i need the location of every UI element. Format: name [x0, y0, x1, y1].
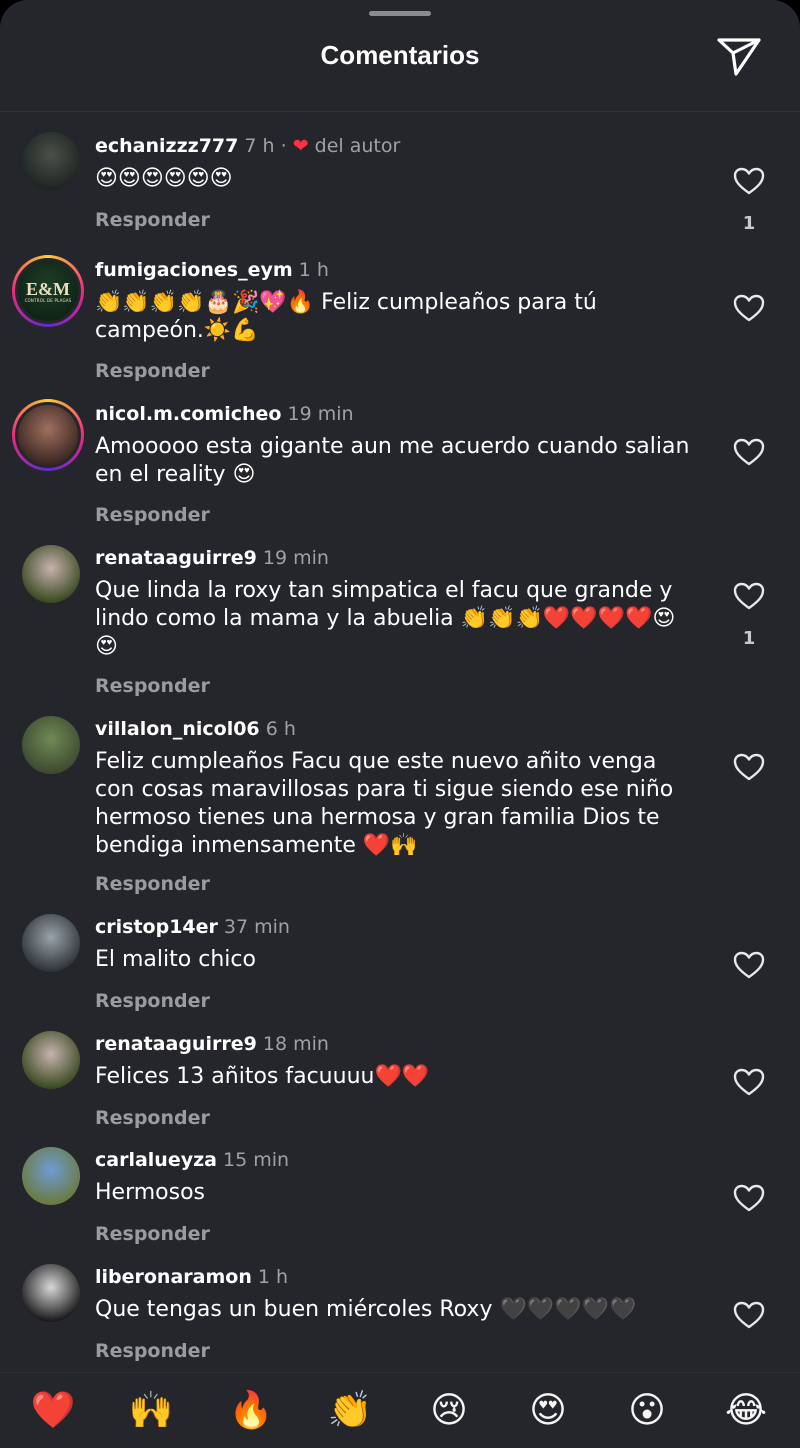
username[interactable]: fumigaciones_eym — [95, 259, 293, 281]
comment-text: 👏👏👏👏🎂🎉💖🔥 Feliz cumpleaños para tú campeó… — [95, 290, 597, 343]
quick-reaction-emoji[interactable]: ❤️ — [26, 1389, 80, 1433]
like-heart-icon[interactable] — [733, 753, 765, 781]
avatar[interactable] — [22, 132, 80, 190]
comment-meta: renataaguirre9 19 min — [95, 547, 329, 569]
quick-reaction-emoji[interactable]: 😍 — [521, 1389, 575, 1433]
like-heart-icon[interactable] — [733, 582, 765, 610]
header-divider — [0, 111, 800, 112]
comment-meta: nicol.m.comicheo 19 min — [95, 403, 354, 425]
reply-button[interactable]: Responder — [95, 1223, 210, 1245]
username[interactable]: renataaguirre9 — [95, 547, 257, 569]
like-heart-icon[interactable] — [733, 1184, 765, 1212]
comment-text: Felices 13 añitos facuuuu❤️❤️ — [95, 1064, 430, 1089]
quick-reaction-emoji[interactable]: 🔥 — [224, 1389, 278, 1433]
share-icon[interactable] — [716, 36, 762, 78]
page-title: Comentarios — [320, 40, 480, 70]
comment-time: 37 min — [217, 916, 290, 938]
quick-reactions-bar: ❤️ 🙌 🔥 👏 😢 😍 😮 😂 — [0, 1372, 800, 1448]
comment-time: 19 min — [256, 547, 329, 569]
avatar-logo-text: E&M — [26, 278, 70, 299]
avatar[interactable] — [12, 399, 84, 471]
quick-reaction-emoji[interactable]: 👏 — [323, 1389, 377, 1433]
reply-button[interactable]: Responder — [95, 675, 210, 697]
comment-meta: villalon_nicol06 6 h — [95, 718, 296, 740]
meta-separator: · — [274, 135, 293, 157]
username[interactable]: nicol.m.comicheo — [95, 403, 281, 425]
avatar[interactable] — [22, 1031, 80, 1089]
quick-reaction-emoji[interactable]: 😮 — [620, 1389, 674, 1433]
comment-time: 18 min — [256, 1033, 329, 1055]
comment-meta: liberonaramon 1 h — [95, 1266, 288, 1288]
username[interactable]: echanizzz777 — [95, 135, 238, 157]
like-count: 1 — [742, 628, 756, 649]
reply-button[interactable]: Responder — [95, 873, 210, 895]
comment-meta: renataaguirre9 18 min — [95, 1033, 329, 1055]
comment-time: 19 min — [281, 403, 354, 425]
comment-meta: fumigaciones_eym 1 h — [95, 259, 329, 281]
drag-handle[interactable] — [369, 11, 431, 16]
reply-button[interactable]: Responder — [95, 1107, 210, 1129]
username[interactable]: renataaguirre9 — [95, 1033, 257, 1055]
comment-text: Amooooo esta gigante aun me acuerdo cuan… — [95, 434, 690, 487]
avatar-logo-subtext: CONTROL DE PLAGAS — [24, 297, 72, 303]
avatar[interactable] — [22, 914, 80, 972]
reply-button[interactable]: Responder — [95, 1340, 210, 1362]
comment-meta: carlalueyza 15 min — [95, 1149, 289, 1171]
liked-by-author-label: del autor — [308, 135, 401, 157]
like-heart-icon[interactable] — [733, 167, 765, 195]
comment-text: Feliz cumpleaños Facu que este nuevo añi… — [95, 749, 674, 858]
like-heart-icon[interactable] — [733, 1301, 765, 1329]
like-count: 1 — [742, 213, 756, 234]
comment-meta: cristop14er 37 min — [95, 916, 290, 938]
comment-text: El malito chico — [95, 947, 256, 972]
comment-text: Que tengas un buen miércoles Roxy 🖤🖤🖤🖤🖤 — [95, 1297, 637, 1322]
comment-text: 😍😍😍😍😍😍 — [95, 166, 233, 191]
username[interactable]: villalon_nicol06 — [95, 718, 260, 740]
comment-time: 7 h — [238, 135, 275, 157]
avatar[interactable] — [22, 545, 80, 603]
like-heart-icon[interactable] — [733, 951, 765, 979]
like-heart-icon[interactable] — [733, 438, 765, 466]
comment-time: 1 h — [292, 259, 329, 281]
comments-sheet: Comentarios echanizzz777 7 h · ❤ del aut… — [0, 0, 800, 1448]
reply-button[interactable]: Responder — [95, 209, 210, 231]
quick-reaction-emoji[interactable]: 🙌 — [124, 1389, 178, 1433]
comment-meta: echanizzz777 7 h · ❤ del autor — [95, 135, 400, 157]
like-heart-icon[interactable] — [733, 1068, 765, 1096]
reply-button[interactable]: Responder — [95, 504, 210, 526]
username[interactable]: liberonaramon — [95, 1266, 252, 1288]
avatar[interactable] — [22, 1264, 80, 1322]
comment-time: 1 h — [251, 1266, 289, 1288]
comment-text: Que linda la roxy tan simpatica el facu … — [95, 578, 676, 659]
avatar[interactable] — [22, 1147, 80, 1205]
comment-time: 6 h — [259, 718, 296, 740]
reply-button[interactable]: Responder — [95, 990, 210, 1012]
like-heart-icon[interactable] — [733, 294, 765, 322]
reply-button[interactable]: Responder — [95, 360, 210, 382]
avatar[interactable]: E&M CONTROL DE PLAGAS — [12, 255, 84, 327]
username[interactable]: carlalueyza — [95, 1149, 217, 1171]
username[interactable]: cristop14er — [95, 916, 218, 938]
comment-time: 15 min — [216, 1149, 290, 1171]
quick-reaction-emoji[interactable]: 😂 — [719, 1389, 773, 1433]
avatar[interactable] — [22, 716, 80, 774]
quick-reaction-emoji[interactable]: 😢 — [422, 1389, 476, 1433]
author-liked-heart-icon: ❤ — [292, 135, 309, 157]
comment-text: Hermosos — [95, 1180, 206, 1205]
